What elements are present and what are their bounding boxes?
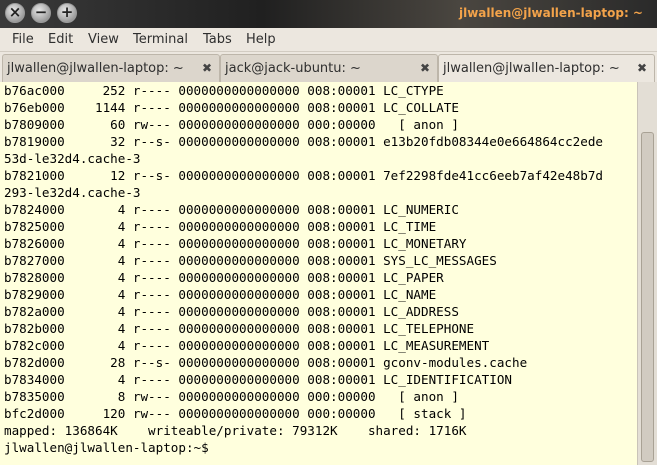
tab-label: jlwallen@jlwallen-laptop: ~ [443, 61, 620, 76]
window-titlebar[interactable]: × − + jlwallen@jlwallen-laptop: ~ [0, 0, 657, 28]
terminal-text: b76ac000 252 r---- 0000000000000000 008:… [4, 82, 634, 456]
terminal-line: b782c000 4 r---- 0000000000000000 008:00… [4, 338, 490, 353]
menu-tabs[interactable]: Tabs [203, 32, 232, 47]
terminal-line: b7825000 4 r---- 0000000000000000 008:00… [4, 219, 437, 234]
close-window-button[interactable]: × [5, 3, 25, 23]
minimize-window-button[interactable]: − [31, 3, 51, 23]
tab-label: jack@jack-ubuntu: ~ [225, 61, 361, 76]
tab-bar: jlwallen@jlwallen-laptop: ~ ✖ jack@jack-… [0, 52, 657, 82]
terminal-output[interactable]: b76ac000 252 r---- 0000000000000000 008:… [0, 82, 657, 465]
terminal-line: 293-le32d4.cache-3 [4, 185, 141, 200]
menu-help[interactable]: Help [246, 32, 276, 47]
terminal-line: b782d000 28 r--s- 0000000000000000 008:0… [4, 355, 528, 370]
terminal-line: b7809000 60 rw--- 0000000000000000 000:0… [4, 117, 459, 132]
menu-edit[interactable]: Edit [48, 32, 73, 47]
terminal-line: b76ac000 252 r---- 0000000000000000 008:… [4, 83, 444, 98]
tab-jack[interactable]: jack@jack-ubuntu: ~ ✖ [220, 54, 438, 82]
menu-view[interactable]: View [88, 32, 119, 47]
menu-terminal[interactable]: Terminal [133, 32, 188, 47]
terminal-line: b7829000 4 r---- 0000000000000000 008:00… [4, 287, 437, 302]
close-icon[interactable]: ✖ [418, 61, 432, 75]
terminal-line: b782a000 4 r---- 0000000000000000 008:00… [4, 304, 459, 319]
menu-file[interactable]: File [12, 32, 34, 47]
scrollbar-thumb[interactable] [641, 132, 654, 462]
close-icon: × [8, 3, 22, 21]
vertical-scrollbar[interactable] [637, 82, 657, 465]
terminal-line: b7835000 8 rw--- 0000000000000000 000:00… [4, 389, 459, 404]
terminal-line: b782b000 4 r---- 0000000000000000 008:00… [4, 321, 475, 336]
terminal-line: b7824000 4 r---- 0000000000000000 008:00… [4, 202, 459, 217]
terminal-line: 53d-le32d4.cache-3 [4, 151, 141, 166]
minimize-icon: − [34, 3, 48, 21]
terminal-line: bfc2d000 120 rw--- 0000000000000000 000:… [4, 406, 467, 421]
tab-label: jlwallen@jlwallen-laptop: ~ [7, 61, 184, 76]
menu-bar: File Edit View Terminal Tabs Help [0, 28, 657, 52]
close-icon[interactable]: ✖ [635, 61, 649, 75]
terminal-line: b7819000 32 r--s- 0000000000000000 008:0… [4, 134, 603, 149]
shell-prompt: jlwallen@jlwallen-laptop:~$ [4, 440, 217, 455]
terminal-line: b7828000 4 r---- 0000000000000000 008:00… [4, 270, 444, 285]
maximize-icon: + [60, 3, 74, 21]
window-title: jlwallen@jlwallen-laptop: ~ [458, 6, 643, 20]
terminal-line: b7826000 4 r---- 0000000000000000 008:00… [4, 236, 467, 251]
terminal-line: b7821000 12 r--s- 0000000000000000 008:0… [4, 168, 603, 183]
maximize-window-button[interactable]: + [57, 3, 77, 23]
tab-jlwallen-2[interactable]: jlwallen@jlwallen-laptop: ~ ✖ [438, 54, 655, 82]
tab-jlwallen-1[interactable]: jlwallen@jlwallen-laptop: ~ ✖ [2, 54, 220, 82]
terminal-line: b7834000 4 r---- 0000000000000000 008:00… [4, 372, 512, 387]
terminal-line: b76eb000 1144 r---- 0000000000000000 008… [4, 100, 459, 115]
terminal-line: b7827000 4 r---- 0000000000000000 008:00… [4, 253, 497, 268]
close-icon[interactable]: ✖ [200, 61, 214, 75]
terminal-line: mapped: 136864K writeable/private: 79312… [4, 423, 467, 438]
